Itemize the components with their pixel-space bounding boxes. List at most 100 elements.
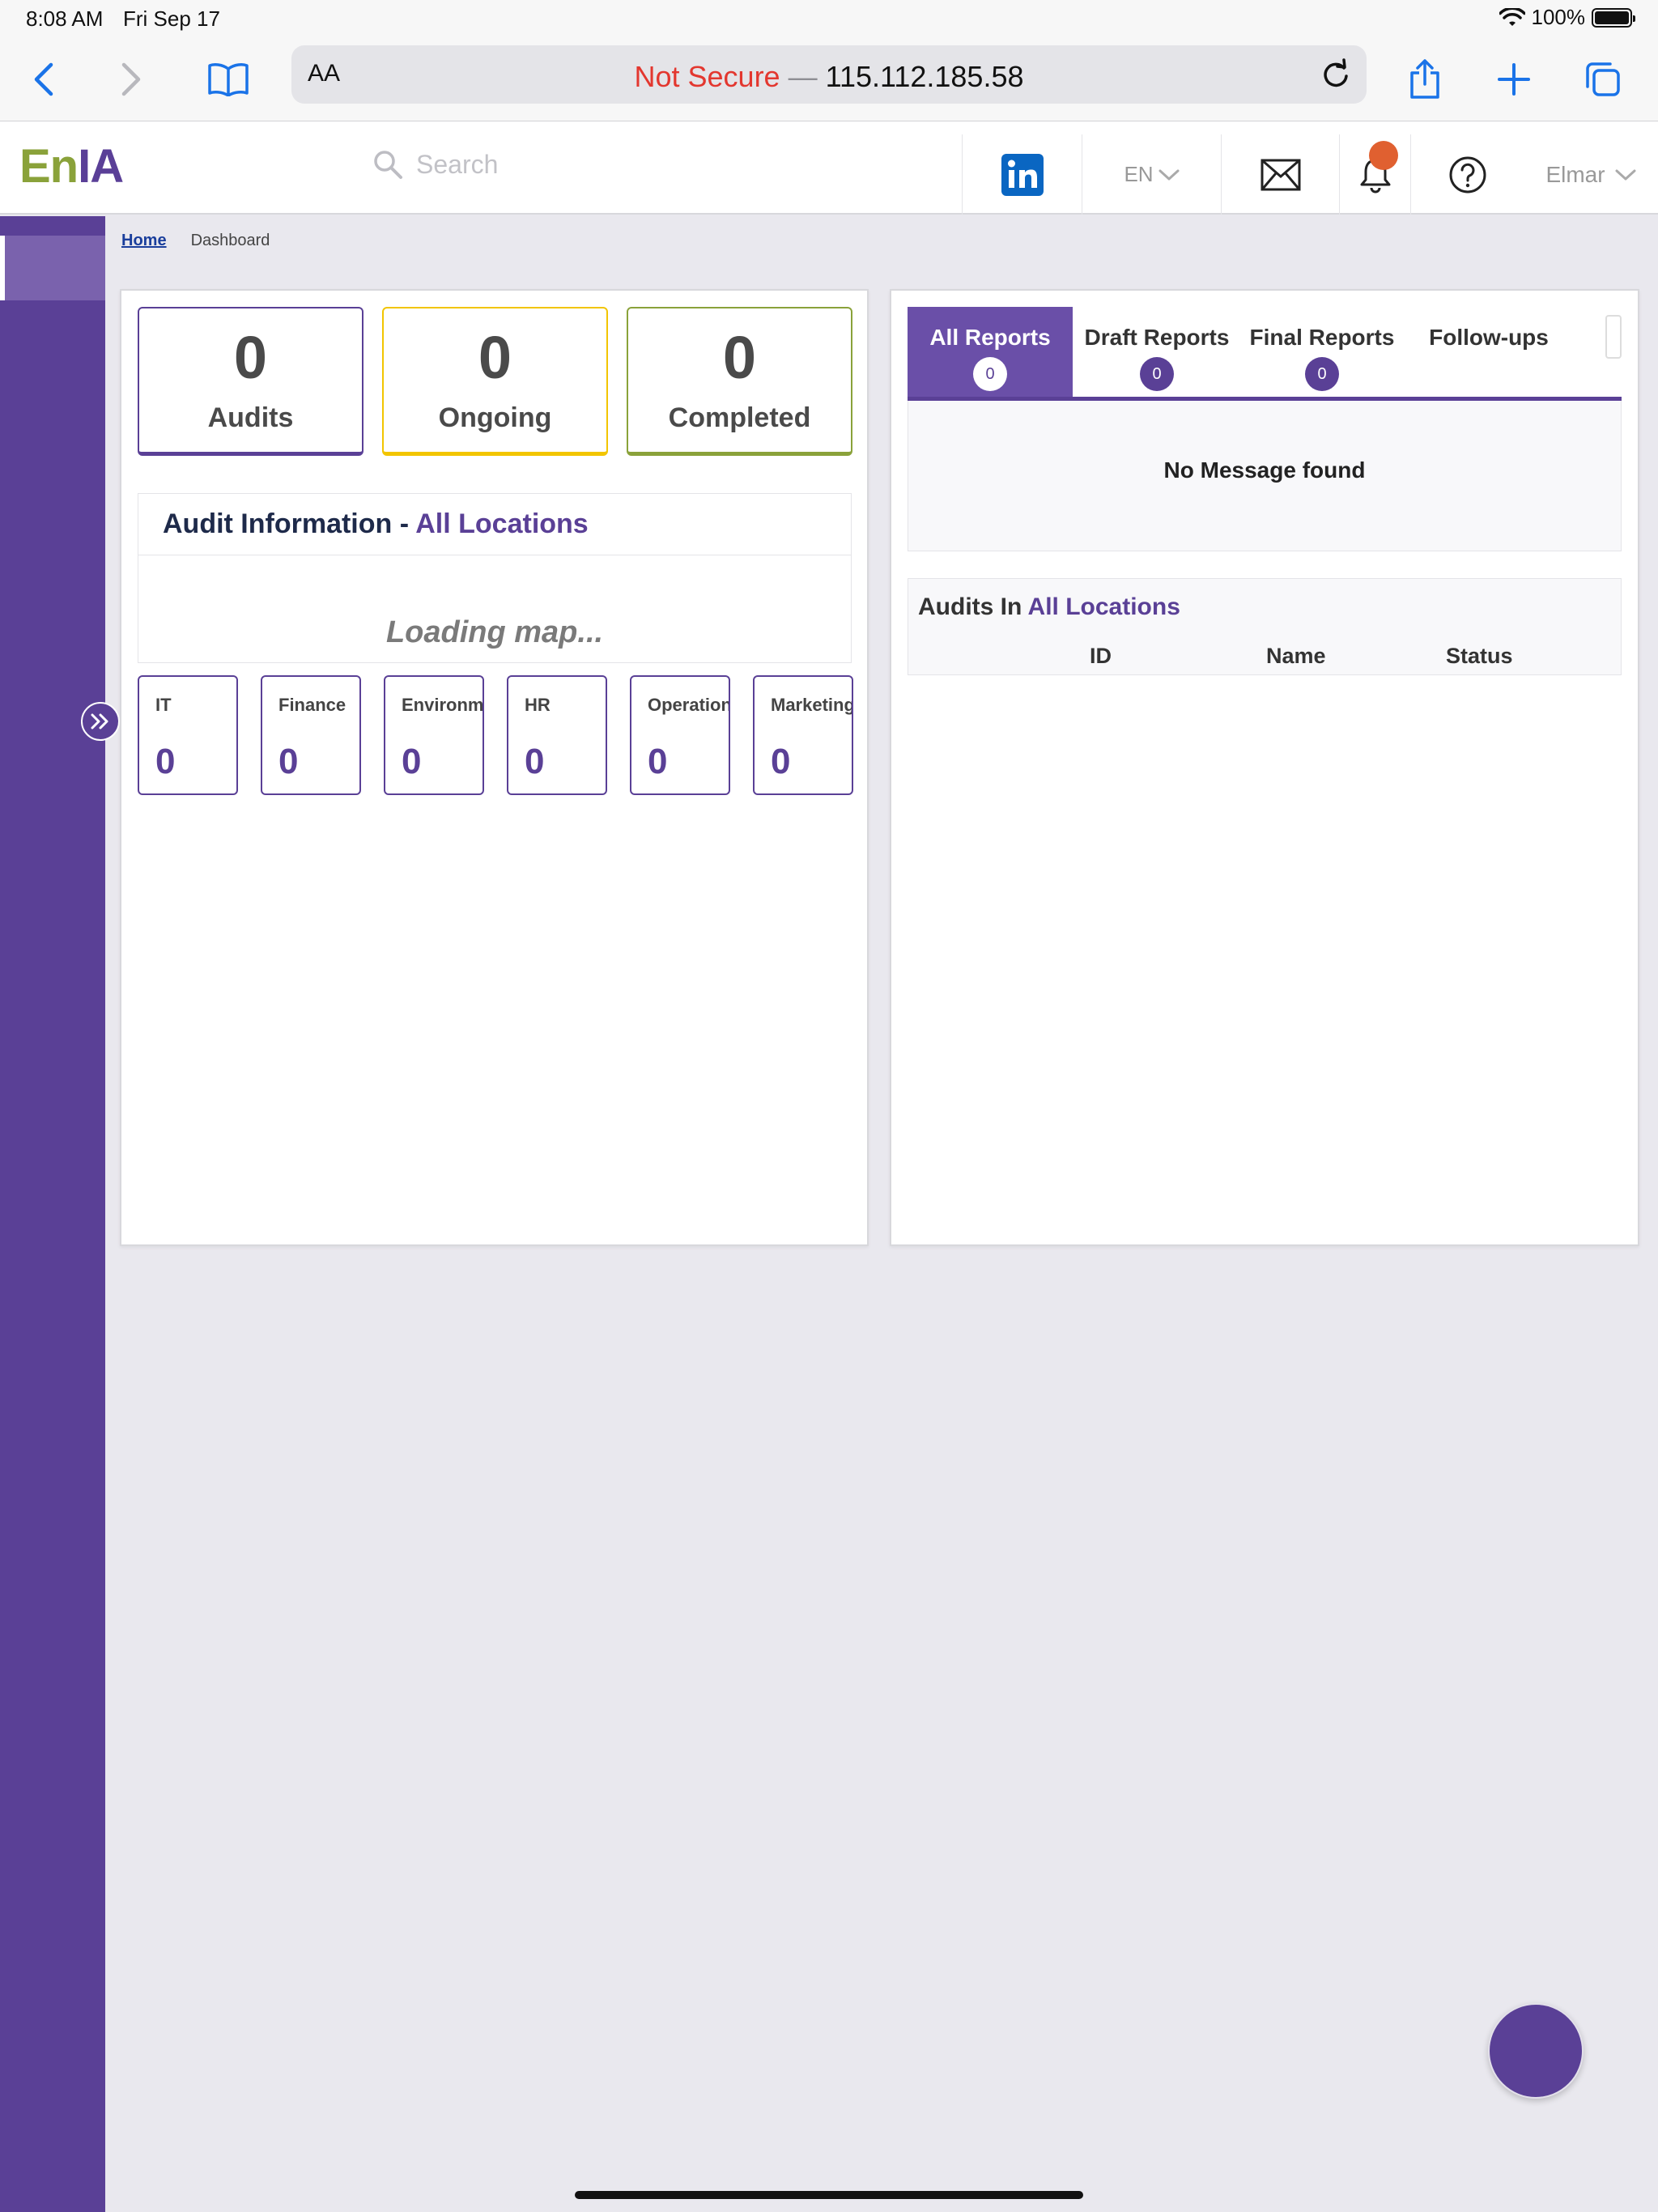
battery-icon	[1592, 7, 1635, 28]
book-icon	[208, 63, 249, 96]
ongoing-label: Ongoing	[438, 402, 552, 433]
column-header-id[interactable]: ID	[1090, 644, 1112, 669]
url-text: Not Secure — 115.112.185.58	[291, 60, 1367, 94]
enia-logo[interactable]: EnIA	[19, 139, 124, 194]
audits-count: 0	[233, 324, 268, 391]
audits-table-title: Audits In All Locations	[918, 593, 1180, 621]
column-header-name[interactable]: Name	[1266, 644, 1326, 669]
no-message-text: No Message found	[1163, 457, 1366, 483]
ongoing-count: 0	[478, 324, 512, 391]
tab-label: All Reports	[929, 325, 1051, 350]
audit-information-card: Audit Information - All Locations Loadin…	[138, 493, 852, 663]
reload-icon[interactable]	[1316, 55, 1355, 94]
language-label: EN	[1124, 162, 1154, 186]
notification-dot	[1369, 141, 1398, 170]
help-icon	[1449, 156, 1486, 193]
tab-count-badge: 0	[1140, 357, 1174, 391]
department-count: 0	[648, 742, 668, 781]
tab-count-badge: 0	[973, 357, 1007, 391]
column-header-status[interactable]: Status	[1446, 644, 1513, 669]
help-button[interactable]	[1410, 134, 1524, 215]
department-card-finance[interactable]: Finance 0	[261, 675, 361, 795]
department-name: HR	[525, 695, 551, 715]
audits-stat-card[interactable]: 0 Audits	[138, 307, 363, 456]
completed-stat-card[interactable]: 0 Completed	[627, 307, 852, 456]
chevron-down-icon	[1158, 169, 1180, 180]
home-indicator[interactable]	[575, 2191, 1083, 2199]
department-name: IT	[155, 695, 172, 715]
breadcrumb-home-link[interactable]: Home	[121, 232, 167, 250]
url-address: 115.112.185.58	[825, 60, 1024, 93]
linkedin-icon	[1001, 153, 1044, 196]
department-card-hr[interactable]: HR 0	[507, 675, 607, 795]
chevron-down-icon	[1615, 169, 1636, 180]
tabs-scroll-handle[interactable]	[1605, 315, 1622, 359]
forward-button[interactable]	[105, 53, 157, 105]
department-card-environment[interactable]: Environme 0	[384, 675, 484, 795]
url-separator: —	[780, 60, 826, 93]
sidebar-active-indicator	[0, 236, 5, 300]
audit-information-title: Audit Information - All Locations	[138, 494, 851, 555]
department-count: 0	[402, 742, 422, 781]
completed-count: 0	[722, 324, 757, 391]
status-bar: 8:08 AM Fri Sep 17 100%	[0, 0, 1658, 37]
double-chevron-right-icon	[91, 713, 108, 730]
audit-overview-panel: 0 Audits 0 Ongoing 0 Completed Audit Inf…	[120, 289, 869, 1246]
department-card-marketing[interactable]: Marketing 0	[753, 675, 853, 795]
search-box	[372, 149, 821, 180]
department-name: Operations	[648, 695, 729, 715]
report-tabs: All Reports 0 Draft Reports 0 Final Repo…	[908, 307, 1622, 401]
tab-final-reports[interactable]: Final Reports 0	[1239, 307, 1405, 397]
battery-percent: 100%	[1531, 5, 1586, 29]
audits-location-link[interactable]: All Locations	[1028, 593, 1180, 620]
tabs-icon	[1586, 62, 1620, 96]
plus-icon	[1498, 63, 1530, 96]
search-icon	[374, 151, 402, 179]
mail-icon	[1261, 159, 1300, 190]
chevron-right-icon	[121, 62, 141, 96]
sidebar	[0, 216, 105, 2212]
browser-toolbar: AA Not Secure — 115.112.185.58	[0, 37, 1658, 121]
status-time: 8:08 AM	[26, 6, 104, 31]
chevron-left-icon	[34, 62, 53, 96]
department-name: Marketing	[771, 695, 853, 715]
tab-label: Final Reports	[1249, 325, 1395, 350]
department-card-operations[interactable]: Operations 0	[630, 675, 730, 795]
sidebar-item-dashboard[interactable]	[5, 236, 105, 300]
search-input[interactable]	[416, 149, 821, 180]
tab-draft-reports[interactable]: Draft Reports 0	[1074, 307, 1239, 397]
share-icon	[1410, 59, 1439, 99]
audits-table: Audits In All Locations ID Name Status	[908, 578, 1622, 675]
floating-action-button[interactable]	[1488, 2003, 1584, 2099]
department-name: Finance	[278, 695, 346, 715]
completed-label: Completed	[668, 402, 811, 433]
linkedin-button[interactable]	[962, 134, 1082, 215]
notifications-button[interactable]	[1339, 134, 1410, 215]
audits-title-prefix: Audits In	[918, 593, 1028, 620]
language-dropdown[interactable]: EN	[1082, 134, 1221, 215]
address-bar[interactable]: AA Not Secure — 115.112.185.58	[291, 45, 1367, 104]
department-count: 0	[771, 742, 791, 781]
new-tab-button[interactable]	[1488, 53, 1540, 105]
status-date: Fri Sep 17	[123, 6, 220, 31]
breadcrumb: Home Dashboard	[121, 232, 270, 250]
audit-information-label: Audit Information -	[163, 508, 416, 539]
department-card-it[interactable]: IT 0	[138, 675, 238, 795]
bookmarks-button[interactable]	[202, 53, 254, 105]
messages-box: No Message found	[908, 401, 1622, 551]
tab-all-reports[interactable]: All Reports 0	[908, 307, 1073, 397]
sidebar-expand-button[interactable]	[81, 702, 120, 741]
department-name: Environme	[402, 695, 484, 715]
user-menu[interactable]: Elmar	[1524, 134, 1658, 215]
messages-button[interactable]	[1221, 134, 1339, 215]
breadcrumb-current: Dashboard	[190, 232, 270, 249]
reports-panel: All Reports 0 Draft Reports 0 Final Repo…	[890, 289, 1639, 1246]
share-button[interactable]	[1399, 53, 1451, 105]
audit-information-location-link[interactable]: All Locations	[415, 508, 588, 539]
tabs-button[interactable]	[1577, 53, 1629, 105]
tab-count-badge: 0	[1305, 357, 1339, 391]
ongoing-stat-card[interactable]: 0 Ongoing	[382, 307, 608, 456]
tab-follow-ups[interactable]: Follow-ups	[1406, 307, 1571, 397]
wifi-icon	[1499, 7, 1525, 26]
back-button[interactable]	[18, 53, 70, 105]
